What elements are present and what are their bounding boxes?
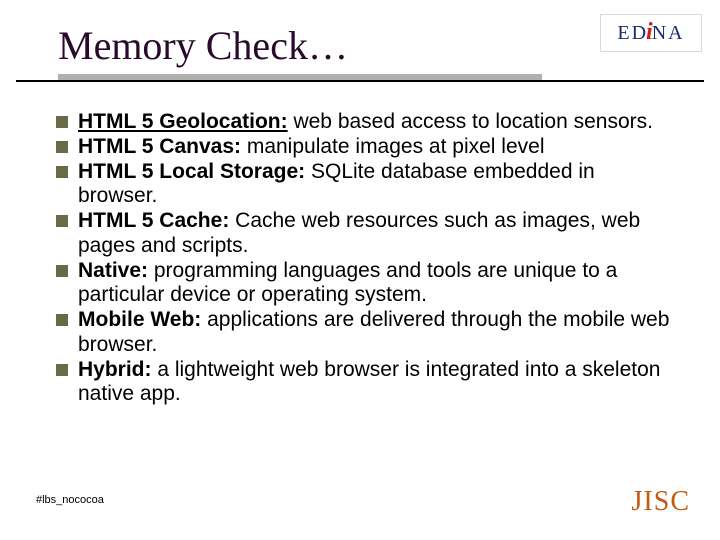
list-item-text: HTML 5 Geolocation: web based access to … bbox=[78, 110, 672, 135]
desc: programming languages and tools are uniq… bbox=[78, 259, 617, 307]
list-item: HTML 5 Geolocation: web based access to … bbox=[56, 110, 672, 135]
bullet-icon bbox=[56, 314, 68, 326]
list-item-text: HTML 5 Cache: Cache web resources such a… bbox=[78, 209, 672, 259]
jisc-logo: JISC bbox=[632, 486, 690, 518]
list-item-text: Mobile Web: applications are delivered t… bbox=[78, 308, 672, 358]
list-item-text: HTML 5 Canvas: manipulate images at pixe… bbox=[78, 135, 672, 160]
list-item: HTML 5 Canvas: manipulate images at pixe… bbox=[56, 135, 672, 160]
list-item: HTML 5 Local Storage: SQLite database em… bbox=[56, 160, 672, 210]
slide: Memory Check… EDiNA HTML 5 Geolocation: … bbox=[0, 0, 720, 540]
edina-logo-suffix: NA bbox=[652, 22, 685, 45]
bullet-icon bbox=[56, 265, 68, 277]
bullet-icon bbox=[56, 215, 68, 227]
term: HTML 5 Geolocation: bbox=[78, 110, 288, 133]
edina-logo-prefix: ED bbox=[617, 22, 648, 45]
list-item: Hybrid: a lightweight web browser is int… bbox=[56, 358, 672, 408]
desc: web based access to location sensors. bbox=[288, 110, 653, 133]
bullet-icon bbox=[56, 141, 68, 153]
bullet-icon bbox=[56, 364, 68, 376]
hashtag: #lbs_nococoa bbox=[36, 494, 104, 506]
term: HTML 5 Local Storage: bbox=[78, 160, 305, 183]
edina-logo-i: i bbox=[646, 19, 653, 46]
edina-logo: EDiNA bbox=[600, 14, 702, 52]
bullet-list: HTML 5 Geolocation: web based access to … bbox=[56, 110, 672, 407]
slide-title: Memory Check… bbox=[58, 22, 348, 69]
list-item: Native: programming languages and tools … bbox=[56, 259, 672, 309]
term: HTML 5 Canvas: bbox=[78, 135, 241, 158]
term: Mobile Web: bbox=[78, 308, 201, 331]
term: Hybrid: bbox=[78, 358, 152, 381]
bullet-icon bbox=[56, 116, 68, 128]
list-item-text: Hybrid: a lightweight web browser is int… bbox=[78, 358, 672, 408]
term: HTML 5 Cache: bbox=[78, 209, 229, 232]
list-item-text: Native: programming languages and tools … bbox=[78, 259, 672, 309]
term: Native: bbox=[78, 259, 148, 282]
bullet-icon bbox=[56, 166, 68, 178]
desc: a lightweight web browser is integrated … bbox=[78, 358, 660, 406]
title-rule bbox=[16, 80, 704, 82]
list-item: Mobile Web: applications are delivered t… bbox=[56, 308, 672, 358]
list-item: HTML 5 Cache: Cache web resources such a… bbox=[56, 209, 672, 259]
desc: manipulate images at pixel level bbox=[241, 135, 545, 158]
list-item-text: HTML 5 Local Storage: SQLite database em… bbox=[78, 160, 672, 210]
